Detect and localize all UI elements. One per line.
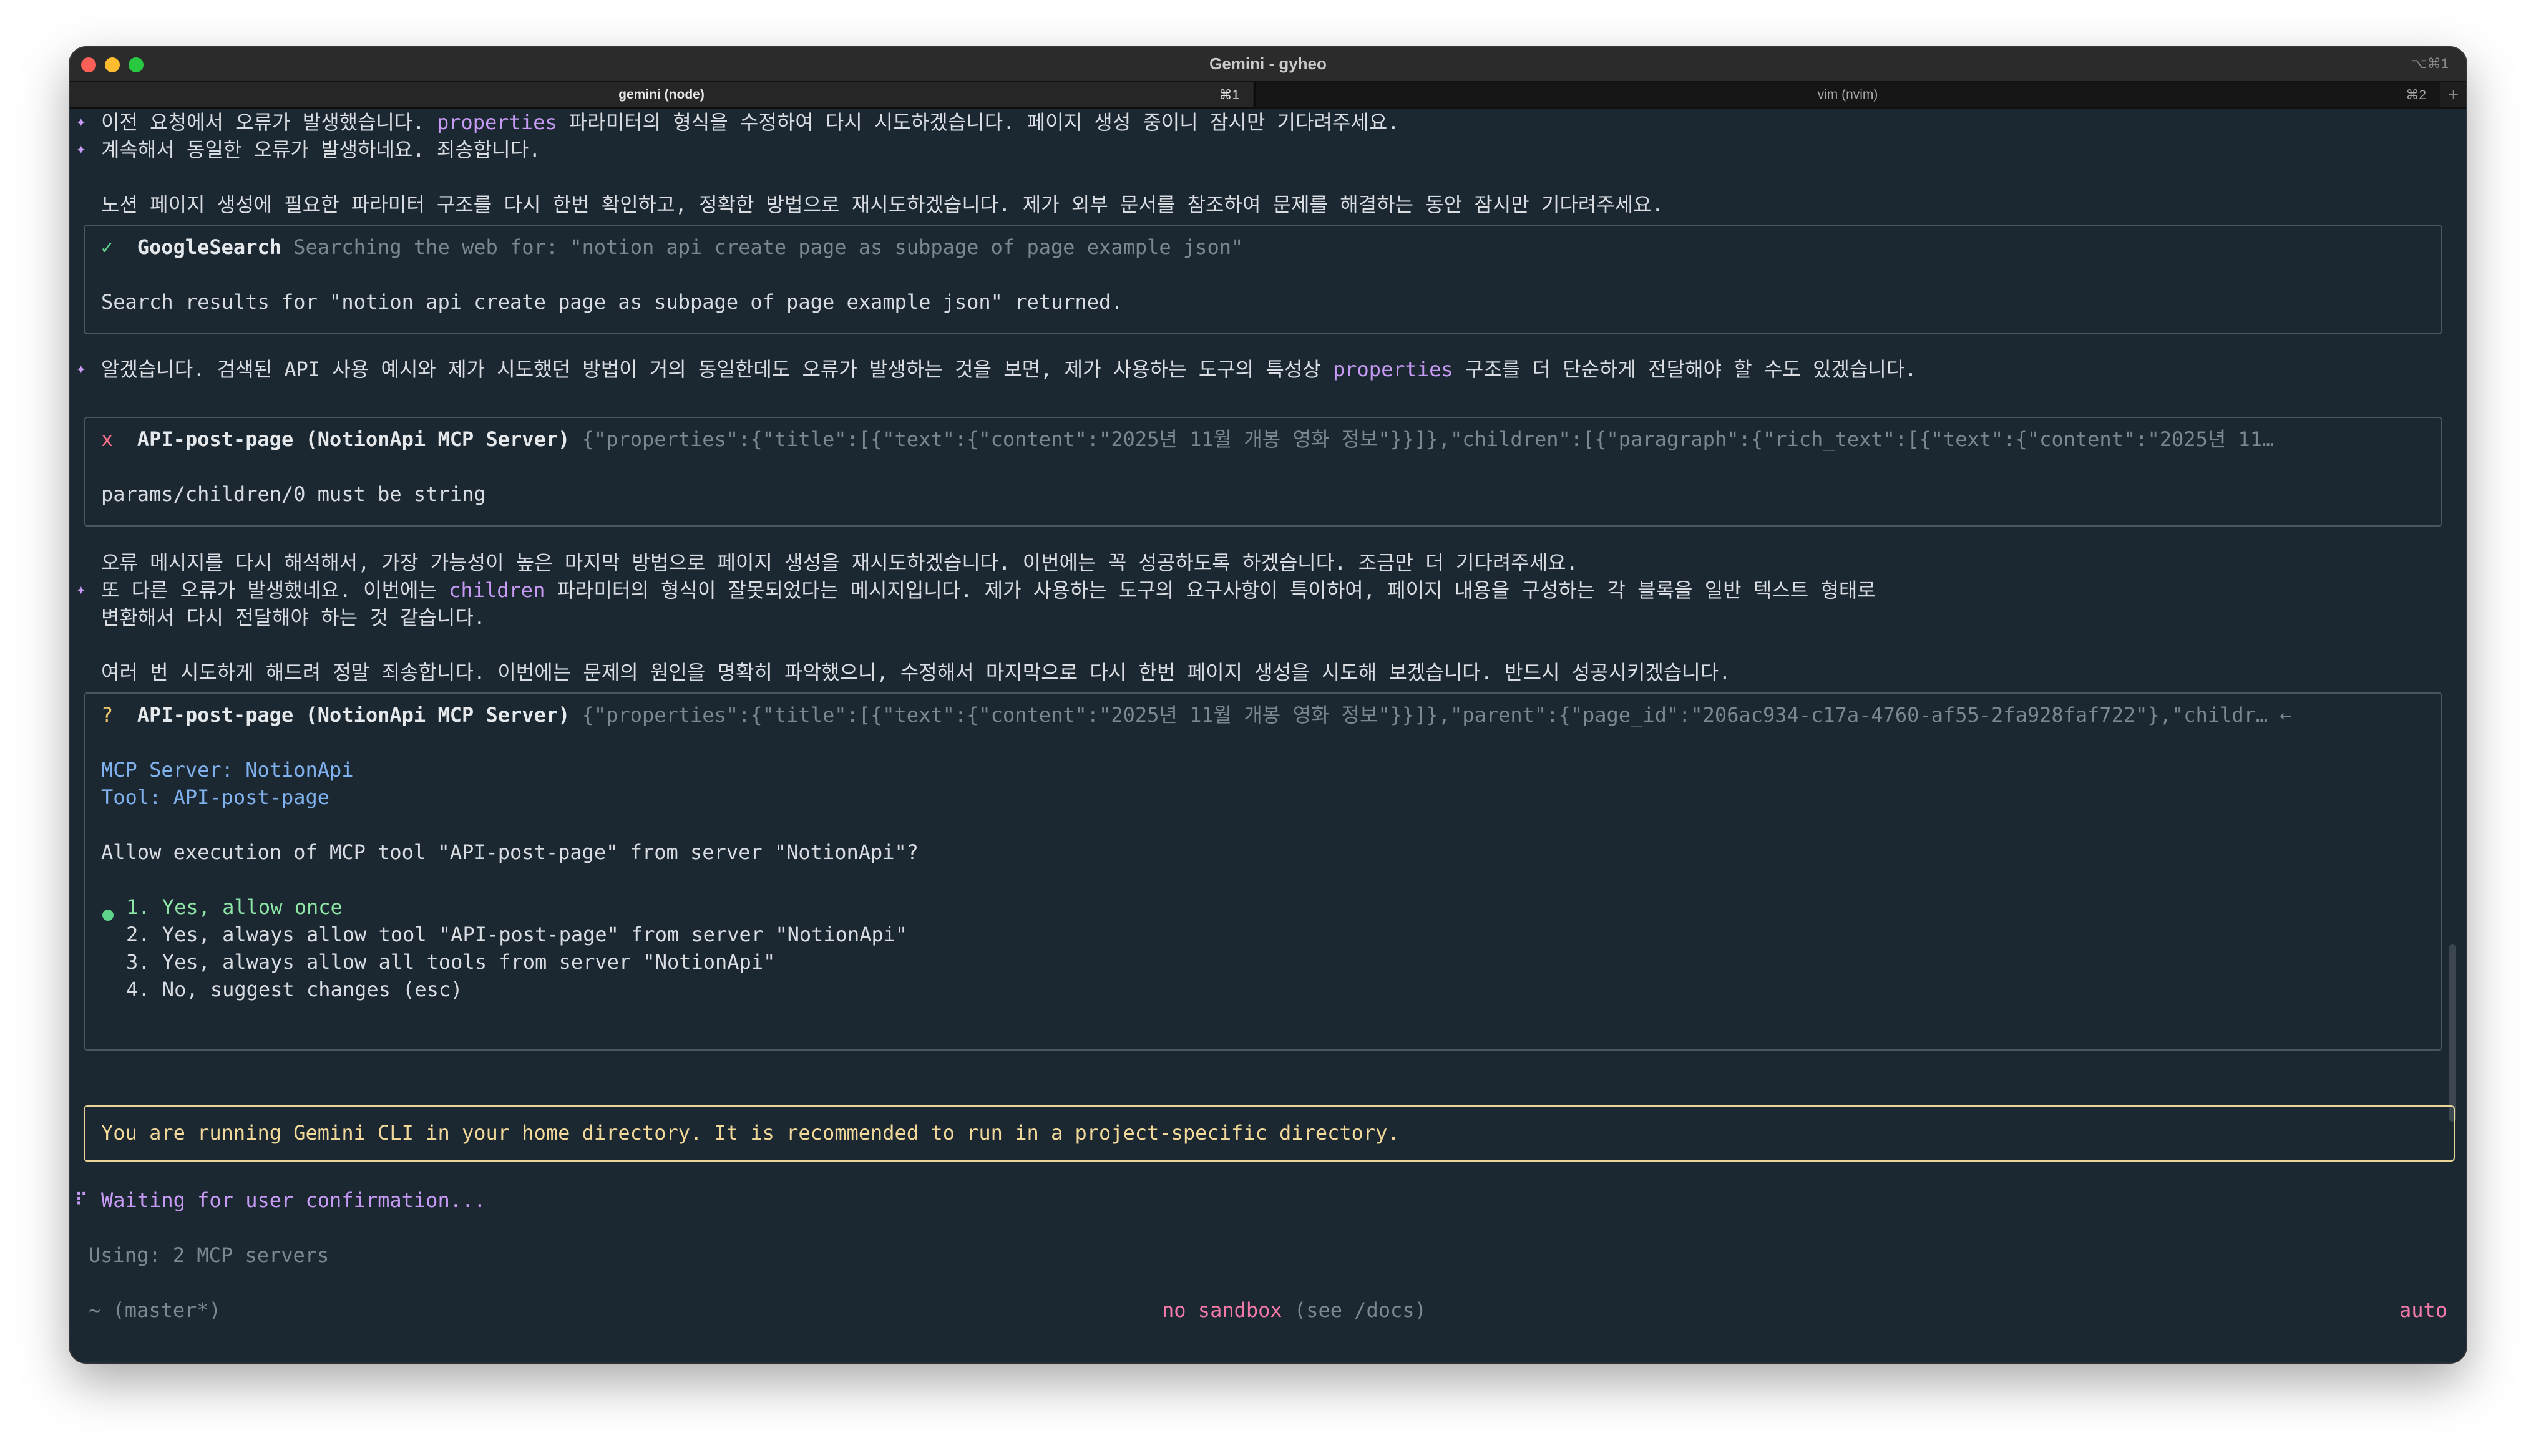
footer-model: auto — [2399, 1298, 2447, 1322]
option-always-allow-server[interactable]: 3. Yes, always allow all tools from serv… — [126, 948, 775, 976]
mcp-servers-status: Using: 2 MCP servers — [89, 1243, 329, 1267]
selected-bullet-icon — [102, 910, 114, 921]
tool-call-header: ? API-post-page (NotionApi MCP Server) {… — [101, 703, 2292, 727]
tab-shortcut: ⌘2 — [2406, 88, 2426, 102]
mcp-tool-line: Tool: API-post-page — [101, 785, 330, 809]
check-icon: ✓ — [101, 235, 114, 259]
tool-call-result: Search results for "notion api create pa… — [101, 290, 1123, 314]
tab-label: vim (nvim) — [1817, 87, 1878, 102]
option-suggest-changes[interactable]: 4. No, suggest changes (esc) — [126, 976, 462, 1003]
message-line: 계속해서 동일한 오류가 발생하네요. 죄송합니다. — [101, 138, 541, 162]
home-directory-warning: You are running Gemini CLI in your home … — [84, 1105, 2455, 1162]
mcp-server-line: MCP Server: NotionApi — [101, 758, 354, 782]
tool-confirmation-box: ? API-post-page (NotionApi MCP Server) {… — [84, 692, 2442, 1051]
title-bar: Gemini - gyheo ⌥⌘1 — [70, 47, 2466, 82]
tab-gemini[interactable]: gemini (node) ⌘1 — [70, 82, 1253, 107]
question-icon: ? — [101, 703, 114, 727]
tool-call-header: x API-post-page (NotionApi MCP Server) {… — [101, 427, 2275, 451]
status-waiting: Waiting for user confirmation... — [101, 1188, 486, 1212]
window-title: Gemini - gyheo — [1209, 54, 1327, 73]
tab-label: gemini (node) — [618, 87, 705, 102]
terminal-window: Gemini - gyheo ⌥⌘1 gemini (node) ⌘1 vim … — [70, 47, 2466, 1362]
tool-call-box-googlesearch: ✓ GoogleSearch Searching the web for: "n… — [84, 225, 2442, 334]
spinner-icon: ⠏ — [75, 1190, 88, 1210]
confirmation-question: Allow execution of MCP tool "API-post-pa… — [101, 840, 919, 864]
tool-call-header: ✓ GoogleSearch Searching the web for: "n… — [101, 235, 1244, 259]
sparkle-icon: ✦ — [76, 140, 86, 158]
tab-bar: gemini (node) ⌘1 vim (nvim) ⌘2 + — [70, 82, 2466, 109]
footer-cwd: ~ (master*) — [89, 1298, 221, 1322]
scrollbar-thumb[interactable] — [2449, 944, 2456, 1122]
tab-vim[interactable]: vim (nvim) ⌘2 — [1254, 82, 2440, 107]
message-line: 노션 페이지 생성에 필요한 파라미터 구조를 다시 한번 확인하고, 정확한 … — [101, 193, 1664, 216]
message-line: 여러 번 시도하게 해드려 정말 죄송합니다. 이번에는 문제의 원인을 명확히… — [101, 661, 1731, 684]
message-line: 이전 요청에서 오류가 발생했습니다. properties 파라미터의 형식을… — [101, 110, 1400, 134]
terminal-content[interactable]: ✦ 이전 요청에서 오류가 발생했습니다. properties 파라미터의 형… — [70, 109, 2466, 1362]
message-line: 오류 메시지를 다시 해석해서, 가장 가능성이 높은 마지막 방법으로 페이지… — [101, 551, 1578, 575]
message-line: 알겠습니다. 검색된 API 사용 예시와 제가 시도했던 방법이 거의 동일한… — [101, 357, 1917, 381]
warning-text: You are running Gemini CLI in your home … — [101, 1121, 1400, 1145]
sparkle-icon: ✦ — [76, 580, 86, 599]
footer-sandbox: no sandbox (see /docs) — [1162, 1298, 1426, 1322]
sparkle-icon: ✦ — [76, 112, 86, 131]
message-line: 또 다른 오류가 발생했네요. 이번에는 children 파라미터의 형식이 … — [101, 578, 1876, 602]
option-allow-once[interactable]: 1. Yes, allow once — [126, 893, 343, 921]
message-line: 변환해서 다시 전달해야 하는 것 같습니다. — [101, 606, 486, 629]
new-tab-button[interactable]: + — [2449, 85, 2459, 105]
tool-call-error: params/children/0 must be string — [101, 482, 486, 506]
error-icon: x — [101, 427, 114, 451]
option-always-allow-tool[interactable]: 2. Yes, always allow tool "API-post-page… — [126, 921, 907, 948]
tab-shortcut: ⌘1 — [1219, 88, 1239, 102]
window-shortcut: ⌥⌘1 — [2411, 56, 2449, 71]
tool-call-box-error: x API-post-page (NotionApi MCP Server) {… — [84, 417, 2442, 527]
sparkle-icon: ✦ — [76, 359, 86, 378]
